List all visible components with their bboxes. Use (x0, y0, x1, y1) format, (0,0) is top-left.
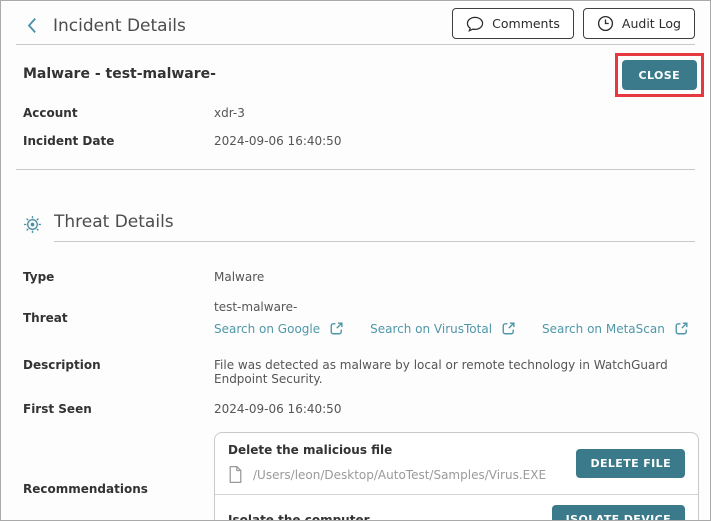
top-bar-actions: Comments Audit Log (452, 8, 695, 39)
annotation-highlight: CLOSE (614, 53, 704, 97)
threat-search-links: Search on Google Search on VirusTotal Se… (214, 321, 689, 336)
threat-value-block: test-malware- Search on Google Search on… (214, 300, 689, 336)
recommendation-delete-file: Delete the malicious file /Users/leon/De… (215, 433, 698, 494)
recommendation-isolate-computer: Isolate the computer ISOLATE DEVICE (215, 494, 698, 521)
search-on-google-link[interactable]: Search on Google (214, 321, 344, 336)
first-seen-row: First Seen 2024-09-06 16:40:50 (16, 402, 695, 416)
comments-button[interactable]: Comments (452, 8, 574, 39)
external-link-icon (501, 321, 516, 336)
incident-date-label: Incident Date (23, 134, 115, 148)
top-bar: Incident Details Comments Audit Log (16, 1, 695, 45)
incident-date-row: Incident Date 2024-09-06 16:40:50 (16, 134, 695, 148)
delete-file-button[interactable]: DELETE FILE (576, 449, 685, 478)
page-title: Incident Details (53, 15, 186, 36)
threat-row: Threat test-malware- Search on Google Se… (16, 300, 695, 336)
clock-icon (597, 15, 614, 32)
search-on-metascan-label: Search on MetaScan (542, 321, 665, 336)
recommendation-title: Delete the malicious file (228, 443, 393, 457)
external-link-icon (329, 321, 344, 336)
type-value: Malware (214, 270, 265, 284)
audit-log-button-label: Audit Log (621, 16, 681, 31)
section-divider (16, 169, 695, 170)
speech-bubble-icon (466, 16, 484, 32)
malicious-file-path: /Users/leon/Desktop/AutoTest/Samples/Vir… (253, 467, 547, 482)
search-on-virustotal-label: Search on VirusTotal (370, 321, 493, 336)
malicious-file-row: /Users/leon/Desktop/AutoTest/Samples/Vir… (228, 465, 546, 484)
incident-date-value: 2024-09-06 16:40:50 (214, 134, 342, 148)
recommendations-row: Recommendations Delete the malicious fil… (16, 432, 699, 520)
description-row: Description File was detected as malware… (16, 358, 695, 386)
threat-value: test-malware- (214, 300, 298, 314)
incident-title: Malware - test-malware- (23, 66, 216, 82)
type-row: Type Malware (16, 270, 695, 284)
threat-details-title-wrap: Threat Details (54, 212, 695, 242)
isolate-device-button[interactable]: ISOLATE DEVICE (551, 505, 685, 520)
top-bar-left: Incident Details (16, 15, 186, 39)
account-value: xdr-3 (214, 106, 245, 120)
incident-details-page: Incident Details Comments Audit Log Malw… (0, 0, 711, 521)
search-on-google-label: Search on Google (214, 321, 321, 336)
first-seen-value: 2024-09-06 16:40:50 (214, 402, 342, 416)
account-label: Account (23, 106, 78, 120)
account-row: Account xdr-3 (16, 106, 695, 120)
close-button[interactable]: CLOSE (621, 60, 697, 90)
type-label: Type (23, 270, 55, 284)
incident-title-row: Malware - test-malware- CLOSE (16, 53, 704, 97)
recommendations-box: Delete the malicious file /Users/leon/De… (214, 432, 699, 521)
chevron-left-icon (26, 17, 38, 34)
first-seen-label: First Seen (23, 402, 92, 416)
audit-log-button[interactable]: Audit Log (582, 8, 695, 39)
virus-icon (22, 214, 43, 235)
recommendation-title: Isolate the computer (228, 512, 370, 521)
recommendation-delete-file-info: Delete the malicious file /Users/leon/De… (228, 443, 546, 484)
recommendations-label: Recommendations (23, 481, 148, 496)
back-button[interactable] (24, 15, 40, 36)
description-value: File was detected as malware by local or… (214, 358, 668, 386)
description-label: Description (23, 358, 101, 372)
threat-details-header: Threat Details (16, 212, 695, 242)
threat-details-title: Threat Details (54, 212, 174, 232)
external-link-icon (674, 321, 689, 336)
search-on-virustotal-link[interactable]: Search on VirusTotal (370, 321, 516, 336)
threat-label: Threat (23, 311, 68, 325)
incident-details-content: Malware - test-malware- CLOSE Account xd… (1, 53, 710, 520)
search-on-metascan-link[interactable]: Search on MetaScan (542, 321, 689, 336)
comments-button-label: Comments (492, 16, 560, 31)
file-icon (228, 465, 243, 484)
